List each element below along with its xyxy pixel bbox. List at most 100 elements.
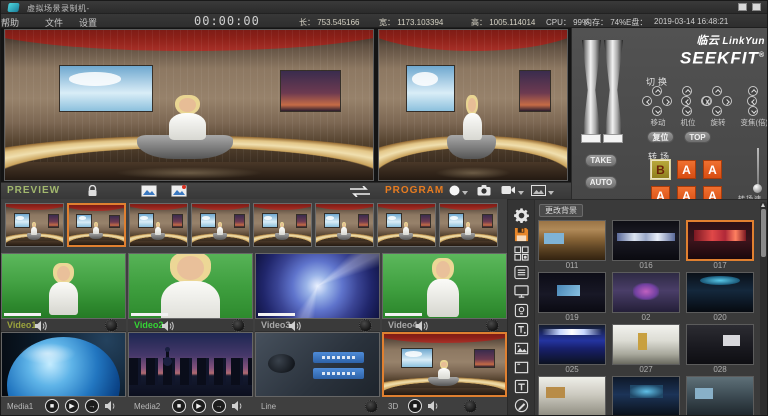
scene-grid-item[interactable]: 016 bbox=[612, 220, 680, 272]
image-layer-icon[interactable] bbox=[514, 341, 529, 356]
video-thumbnail[interactable] bbox=[382, 253, 507, 319]
restore-window-button[interactable] bbox=[738, 3, 747, 11]
source-settings-gear-icon[interactable] bbox=[105, 319, 118, 332]
camera-angle-thumbnail[interactable] bbox=[129, 203, 188, 247]
camera-angle-thumbnail[interactable] bbox=[439, 203, 498, 247]
draw-pen-icon[interactable] bbox=[514, 398, 529, 413]
speaker-icon[interactable] bbox=[416, 321, 428, 331]
tbar-fader-left[interactable] bbox=[582, 40, 601, 140]
scene-grid-item[interactable] bbox=[612, 376, 680, 416]
speaker-icon[interactable] bbox=[35, 321, 47, 331]
record-caret-icon[interactable] bbox=[462, 191, 468, 195]
settings-gear-icon[interactable] bbox=[514, 208, 529, 223]
source-settings-gear-icon[interactable] bbox=[486, 319, 499, 332]
line-settings-gear-icon[interactable] bbox=[365, 400, 378, 413]
pad-down-button[interactable] bbox=[682, 106, 692, 116]
media1-thumbnail[interactable] bbox=[1, 332, 126, 397]
scroll-up-icon[interactable] bbox=[761, 203, 765, 207]
record-dot-icon[interactable] bbox=[449, 185, 463, 197]
snapshot-camera-icon[interactable] bbox=[477, 185, 491, 197]
text-tool-icon[interactable] bbox=[514, 322, 529, 337]
transition-tile-button[interactable]: A bbox=[703, 160, 722, 179]
media1-loop-button[interactable]: → bbox=[85, 399, 99, 413]
save-floppy-icon[interactable] bbox=[514, 227, 529, 242]
camera-angle-thumbnail[interactable] bbox=[377, 203, 436, 247]
camera-angle-thumbnail[interactable] bbox=[191, 203, 250, 247]
camcorder-caret-icon[interactable] bbox=[518, 191, 524, 195]
camera-angle-thumbnail[interactable] bbox=[253, 203, 312, 247]
scene-grid-item[interactable] bbox=[686, 376, 754, 416]
virtual-settings-gear-icon[interactable] bbox=[464, 400, 477, 413]
scene-grid-item[interactable]: 027 bbox=[612, 324, 680, 376]
title-text-icon[interactable] bbox=[514, 379, 529, 394]
monitor-icon[interactable] bbox=[514, 284, 529, 299]
pad-up-button[interactable] bbox=[712, 86, 722, 96]
virtual-speaker-icon[interactable] bbox=[428, 401, 440, 411]
scene-grid-item[interactable]: 025 bbox=[538, 324, 606, 376]
video-thumbnail[interactable] bbox=[128, 253, 253, 319]
pad-left-button[interactable] bbox=[702, 96, 712, 106]
picture-frame-icon[interactable] bbox=[531, 185, 545, 197]
scene-grid-item[interactable] bbox=[538, 376, 606, 416]
media1-play-button[interactable]: ▶ bbox=[65, 399, 79, 413]
library-scrollbar[interactable] bbox=[760, 202, 767, 416]
media2-stop-button[interactable]: ■ bbox=[172, 399, 186, 413]
layout-grid-icon[interactable] bbox=[514, 246, 529, 261]
change-background-tab[interactable]: 更改背景 bbox=[539, 204, 583, 217]
slider-knob[interactable] bbox=[753, 184, 762, 193]
take-button[interactable]: TAKE bbox=[585, 154, 617, 167]
media2-speaker-icon[interactable] bbox=[232, 401, 244, 411]
effect-screen-icon[interactable] bbox=[514, 303, 529, 318]
media1-speaker-icon[interactable] bbox=[105, 401, 117, 411]
camcorder-icon[interactable] bbox=[501, 185, 515, 197]
scrollbar-thumb[interactable] bbox=[761, 209, 766, 257]
playlist-icon[interactable] bbox=[514, 265, 529, 280]
virtual-stop-button[interactable]: ■ bbox=[408, 399, 422, 413]
lock-icon[interactable] bbox=[87, 185, 101, 197]
scene-grid-item[interactable]: 02 bbox=[612, 272, 680, 324]
pad-right-button[interactable] bbox=[662, 96, 672, 106]
swap-arrows-icon[interactable] bbox=[347, 186, 361, 198]
scene-grid-item[interactable]: 011 bbox=[538, 220, 606, 272]
tbar-fader-right[interactable] bbox=[604, 40, 623, 140]
pad-up-button[interactable] bbox=[682, 86, 692, 96]
frame-icon[interactable] bbox=[514, 360, 529, 375]
slider-track[interactable] bbox=[757, 148, 759, 188]
scene-image-alt-icon[interactable] bbox=[171, 185, 185, 197]
pad-left-button[interactable] bbox=[747, 96, 757, 106]
reset-button[interactable]: 复位 bbox=[647, 131, 674, 143]
scene-grid-item[interactable]: 028 bbox=[686, 324, 754, 376]
speaker-icon[interactable] bbox=[289, 321, 301, 331]
scene-grid-item[interactable]: 019 bbox=[538, 272, 606, 324]
source-settings-gear-icon[interactable] bbox=[359, 319, 372, 332]
close-window-button[interactable] bbox=[752, 3, 761, 11]
media1-stop-button[interactable]: ■ bbox=[45, 399, 59, 413]
pad-up-button[interactable] bbox=[748, 86, 758, 96]
auto-button[interactable]: AUTO bbox=[585, 176, 617, 189]
picture-caret-icon[interactable] bbox=[548, 191, 554, 195]
pad-down-button[interactable] bbox=[652, 106, 662, 116]
media2-thumbnail[interactable] bbox=[128, 332, 253, 397]
source-settings-gear-icon[interactable] bbox=[232, 319, 245, 332]
pad-left-button[interactable] bbox=[681, 96, 691, 106]
video-thumbnail[interactable] bbox=[255, 253, 380, 319]
pad-down-button[interactable] bbox=[748, 106, 758, 116]
scene-grid-item[interactable]: 017 bbox=[686, 220, 754, 272]
media2-loop-button[interactable]: → bbox=[212, 399, 226, 413]
line-thumbnail[interactable] bbox=[255, 332, 380, 397]
pad-down-button[interactable] bbox=[712, 106, 722, 116]
virtual-scene-thumbnail[interactable] bbox=[382, 332, 507, 397]
video-thumbnail[interactable] bbox=[1, 253, 126, 319]
camera-angle-thumbnail[interactable] bbox=[5, 203, 64, 247]
speaker-icon[interactable] bbox=[162, 321, 174, 331]
pad-right-button[interactable] bbox=[722, 96, 732, 106]
camera-angle-thumbnail[interactable] bbox=[315, 203, 374, 247]
camera-angle-thumbnail[interactable] bbox=[67, 203, 126, 247]
transition-tile-button[interactable]: B bbox=[651, 160, 670, 179]
scene-grid-item[interactable]: 020 bbox=[686, 272, 754, 324]
media2-play-button[interactable]: ▶ bbox=[192, 399, 206, 413]
transition-tile-button[interactable]: A bbox=[677, 160, 696, 179]
scene-image-icon[interactable] bbox=[141, 185, 155, 197]
pad-up-button[interactable] bbox=[652, 86, 662, 96]
pad-left-button[interactable] bbox=[642, 96, 652, 106]
